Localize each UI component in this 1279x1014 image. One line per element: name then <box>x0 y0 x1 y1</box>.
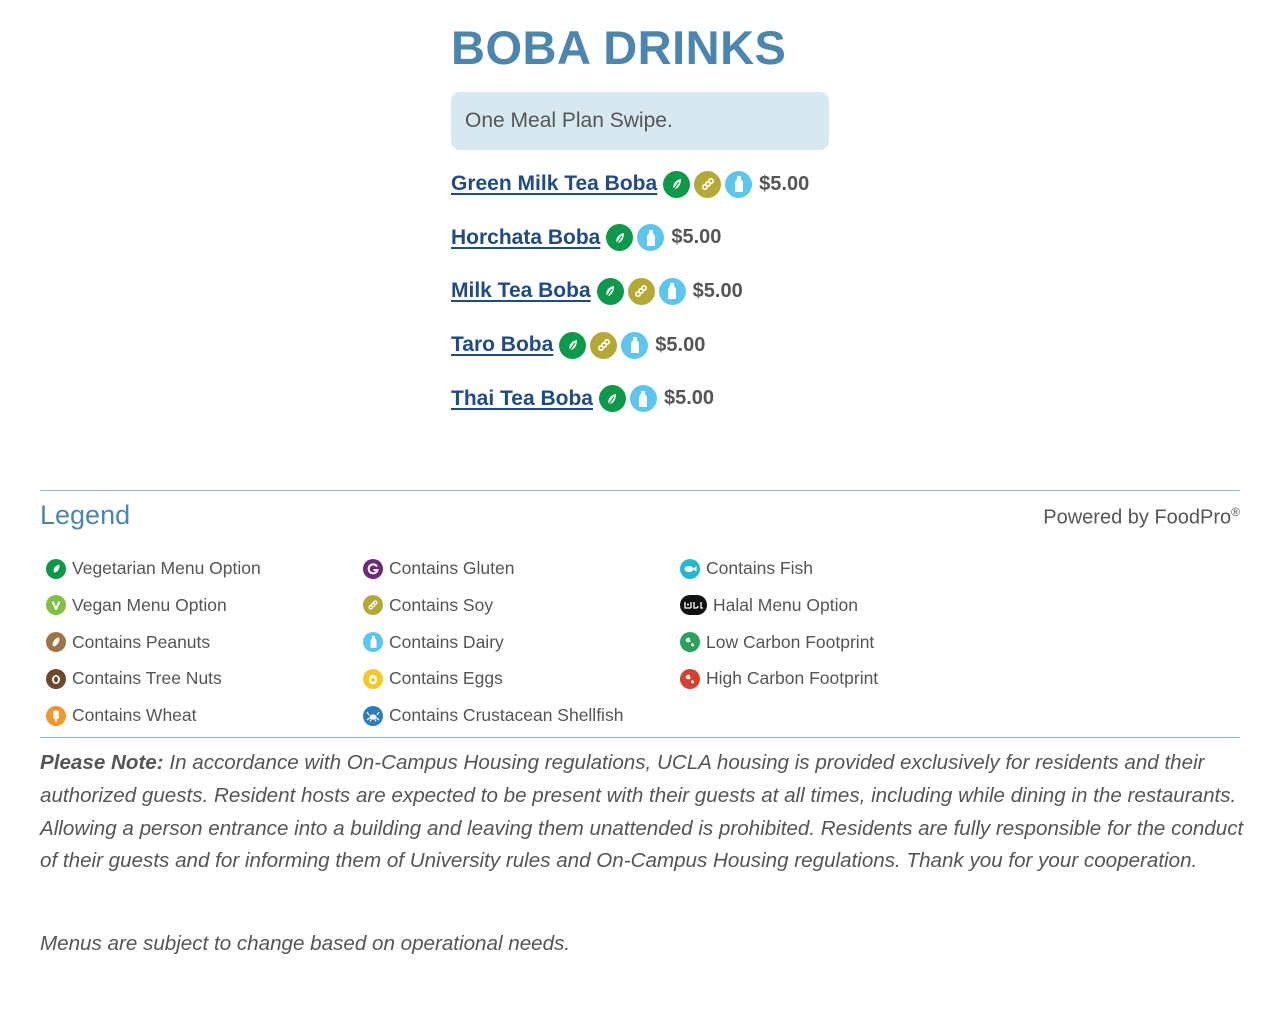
low-carbon-icon <box>680 632 700 653</box>
legend-label: Contains Wheat <box>72 705 197 726</box>
legend-column: Vegetarian Menu Option Vegan Menu Option… <box>46 555 261 739</box>
vegetarian-icon <box>663 170 691 198</box>
menu-item-link[interactable]: Milk Tea Boba <box>451 279 591 303</box>
legend-item-soy: Contains Soy <box>363 592 623 619</box>
peanut-icon <box>46 632 66 653</box>
legend-item-dairy: Contains Dairy <box>363 629 623 656</box>
dairy-icon <box>658 277 686 305</box>
menu-item: Horchata Boba $5.00 <box>451 222 851 254</box>
registered-mark: ® <box>1231 505 1240 519</box>
legend-label: Contains Tree Nuts <box>72 668 222 689</box>
notice-text: In accordance with On-Campus Housing reg… <box>40 751 1244 873</box>
vegetarian-icon <box>46 558 66 579</box>
meal-plan-note: One Meal Plan Swipe. <box>451 92 829 150</box>
legend-item-fish: Contains Fish <box>680 555 878 582</box>
menu-item-link[interactable]: Green Milk Tea Boba <box>451 172 657 196</box>
legend-title: Legend <box>40 500 131 530</box>
menu-item: Green Milk Tea Boba $5.00 <box>451 168 851 200</box>
legend-item-low-carbon: Low Carbon Footprint <box>680 629 878 656</box>
legend-label: Contains Fish <box>706 558 813 578</box>
menu-item-list: Green Milk Tea Boba $5.00 Horchata Boba … <box>451 168 851 415</box>
menu-item-link[interactable]: Taro Boba <box>451 333 553 357</box>
dairy-icon <box>637 224 665 252</box>
legend-item-wheat: Contains Wheat <box>46 702 261 729</box>
meal-plan-note-text: One Meal Plan Swipe. <box>465 109 673 132</box>
legend-item-eggs: Contains Eggs <box>363 665 623 692</box>
legend-item-vegan: Vegan Menu Option <box>46 592 261 619</box>
menu-item-price: $5.00 <box>671 226 722 249</box>
legend-item-halal: Halal Menu Option <box>680 592 878 619</box>
dairy-icon <box>363 632 383 653</box>
legend-item-gluten: Contains Gluten <box>363 555 623 582</box>
menu-item-price: $5.00 <box>655 333 706 356</box>
soy-icon <box>590 331 618 359</box>
legend-label: Contains Crustacean Shellfish <box>389 705 624 726</box>
vegan-icon <box>46 595 66 616</box>
legend-label: Contains Eggs <box>389 668 503 689</box>
menu-item-price: $5.00 <box>692 279 743 302</box>
dairy-icon <box>629 385 657 413</box>
vegetarian-icon <box>596 277 624 305</box>
vegetarian-icon <box>559 331 587 359</box>
high-carbon-icon <box>680 668 700 689</box>
menu-item: Taro Boba $5.00 <box>451 329 851 361</box>
menu-item-price: $5.00 <box>663 387 715 410</box>
legend-item-high-carbon: High Carbon Footprint <box>680 665 878 692</box>
legend-label: Vegan Menu Option <box>72 594 227 615</box>
legend-column: Contains Gluten Contains Soy Contains Da… <box>363 555 623 739</box>
tree-nut-icon <box>46 668 66 689</box>
powered-by-text: Powered by FoodPro <box>1043 506 1232 529</box>
menu-section: BOBA DRINKS One Meal Plan Swipe. Green M… <box>451 18 851 436</box>
menu-item: Thai Tea Boba $5.00 <box>451 383 851 415</box>
dairy-icon <box>621 331 649 359</box>
legend-label: High Carbon Footprint <box>706 668 879 689</box>
shellfish-icon <box>363 705 383 726</box>
menu-item-price: $5.00 <box>759 172 810 195</box>
legend-top-divider <box>40 490 1240 491</box>
soy-icon <box>694 170 722 198</box>
vegetarian-icon <box>606 224 634 252</box>
legend-bottom-divider <box>40 737 1240 738</box>
menu-item: Milk Tea Boba $5.00 <box>451 275 851 307</box>
legend-label: Halal Menu Option <box>713 594 858 615</box>
soy-icon <box>627 277 655 305</box>
soy-icon <box>363 595 383 616</box>
menu-change-notice: Menus are subject to change based on ope… <box>40 932 571 955</box>
egg-icon <box>363 668 383 689</box>
dairy-icon <box>725 170 753 198</box>
vegetarian-icon <box>598 385 626 413</box>
legend-label: Vegetarian Menu Option <box>72 558 261 578</box>
fish-icon <box>680 558 700 579</box>
legend-item-peanuts: Contains Peanuts <box>46 629 261 656</box>
legend-label: Contains Peanuts <box>72 631 211 652</box>
legend-label: Contains Dairy <box>389 631 504 652</box>
legend-column: Contains Fish Halal Menu Option Low Carb… <box>680 555 878 702</box>
legend-label: Low Carbon Footprint <box>706 631 875 652</box>
legend-label: Contains Soy <box>389 594 494 615</box>
housing-notice: Please Note: In accordance with On-Campu… <box>40 747 1245 878</box>
legend-item-tree-nuts: Contains Tree Nuts <box>46 665 261 692</box>
halal-icon <box>680 595 707 616</box>
notice-lead: Please Note: <box>40 751 164 774</box>
gluten-icon <box>363 558 383 579</box>
menu-item-link[interactable]: Horchata Boba <box>451 226 600 250</box>
menu-item-link[interactable]: Thai Tea Boba <box>451 387 593 411</box>
legend-label: Contains Gluten <box>389 558 515 578</box>
legend-item-shellfish: Contains Crustacean Shellfish <box>363 702 623 729</box>
legend-item-vegetarian: Vegetarian Menu Option <box>46 555 261 582</box>
powered-by: Powered by FoodPro® <box>1043 505 1240 530</box>
menu-title: BOBA DRINKS <box>451 21 787 74</box>
wheat-icon <box>46 705 66 726</box>
